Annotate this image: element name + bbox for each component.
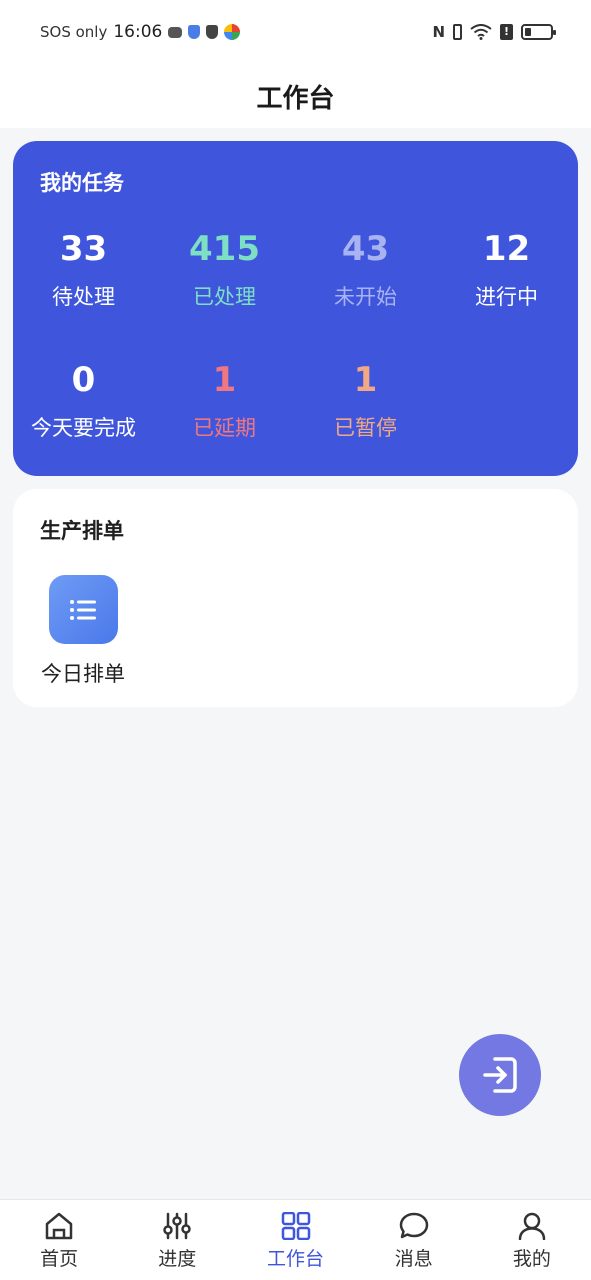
clock-time: 16:06 (113, 22, 163, 42)
grid-icon (281, 1212, 310, 1240)
chat-icon (399, 1212, 428, 1239)
stat-label: 进行中 (475, 285, 538, 309)
tab-label: 工作台 (267, 1248, 325, 1270)
tab-label: 消息 (394, 1248, 433, 1270)
stat-value: 43 (341, 229, 390, 269)
tab-progress[interactable]: 进度 (118, 1200, 236, 1280)
stat-not-started[interactable]: 43 未开始 (295, 227, 436, 311)
stat-processed[interactable]: 415 已处理 (154, 227, 295, 311)
production-title: 生产排单 (40, 519, 124, 543)
stat-value: 33 (59, 229, 108, 269)
game-icon (168, 26, 183, 38)
my-tasks-card: 我的任务 33 待处理 415 已处理 43 未开始 12 进行中 0 今天要完… (13, 141, 578, 476)
logout-fab[interactable] (459, 1034, 541, 1116)
stat-value: 415 (189, 229, 260, 269)
tab-messages[interactable]: 消息 (355, 1200, 473, 1280)
stat-value: 1 (212, 360, 237, 400)
stat-value: 1 (353, 360, 378, 400)
stat-label: 已处理 (193, 285, 256, 309)
alert-icon: ! (500, 24, 513, 40)
wifi-icon (470, 24, 492, 40)
stat-pending[interactable]: 33 待处理 (13, 227, 154, 311)
stat-label: 今天要完成 (31, 416, 136, 440)
stat-label: 待处理 (52, 285, 115, 309)
page-header: 工作台 (0, 64, 591, 128)
tab-label: 首页 (40, 1248, 79, 1270)
home-icon (45, 1212, 73, 1240)
tab-mine[interactable]: 我的 (473, 1200, 591, 1280)
stat-paused[interactable]: 1 已暂停 (295, 358, 436, 442)
sliders-icon (163, 1212, 192, 1240)
tab-home[interactable]: 首页 (0, 1200, 118, 1280)
security-icon (206, 25, 219, 39)
stat-label: 已暂停 (334, 416, 397, 440)
battery-icon (521, 24, 556, 40)
bottom-tab-bar: 首页 进度 工作台 消息 我的 (0, 1199, 591, 1280)
exit-icon (483, 1057, 517, 1093)
my-tasks-title: 我的任务 (40, 171, 124, 195)
today-schedule-label: 今日排单 (41, 662, 125, 686)
app-icon (224, 24, 241, 40)
tab-workbench[interactable]: 工作台 (236, 1200, 354, 1280)
status-bar: SOS only 16:06 N ! (0, 0, 591, 64)
stat-label: 未开始 (334, 285, 397, 309)
page-title: 工作台 (256, 83, 335, 114)
stat-in-progress[interactable]: 12 进行中 (436, 227, 577, 311)
vibrate-icon (453, 24, 462, 40)
tab-label: 进度 (158, 1248, 197, 1270)
list-icon (48, 575, 118, 644)
carrier-text: SOS only (40, 23, 108, 41)
shield-icon (188, 25, 201, 39)
user-icon (518, 1212, 546, 1240)
stat-value: 12 (482, 229, 531, 269)
stat-due-today[interactable]: 0 今天要完成 (13, 358, 154, 442)
production-card: 生产排单 今日排单 (13, 489, 578, 707)
stat-label: 已延期 (193, 416, 256, 440)
today-schedule-button[interactable]: 今日排单 (33, 575, 133, 688)
nfc-icon: N (432, 23, 445, 41)
stat-value: 0 (71, 360, 96, 400)
stat-delayed[interactable]: 1 已延期 (154, 358, 295, 442)
tab-label: 我的 (512, 1248, 551, 1270)
